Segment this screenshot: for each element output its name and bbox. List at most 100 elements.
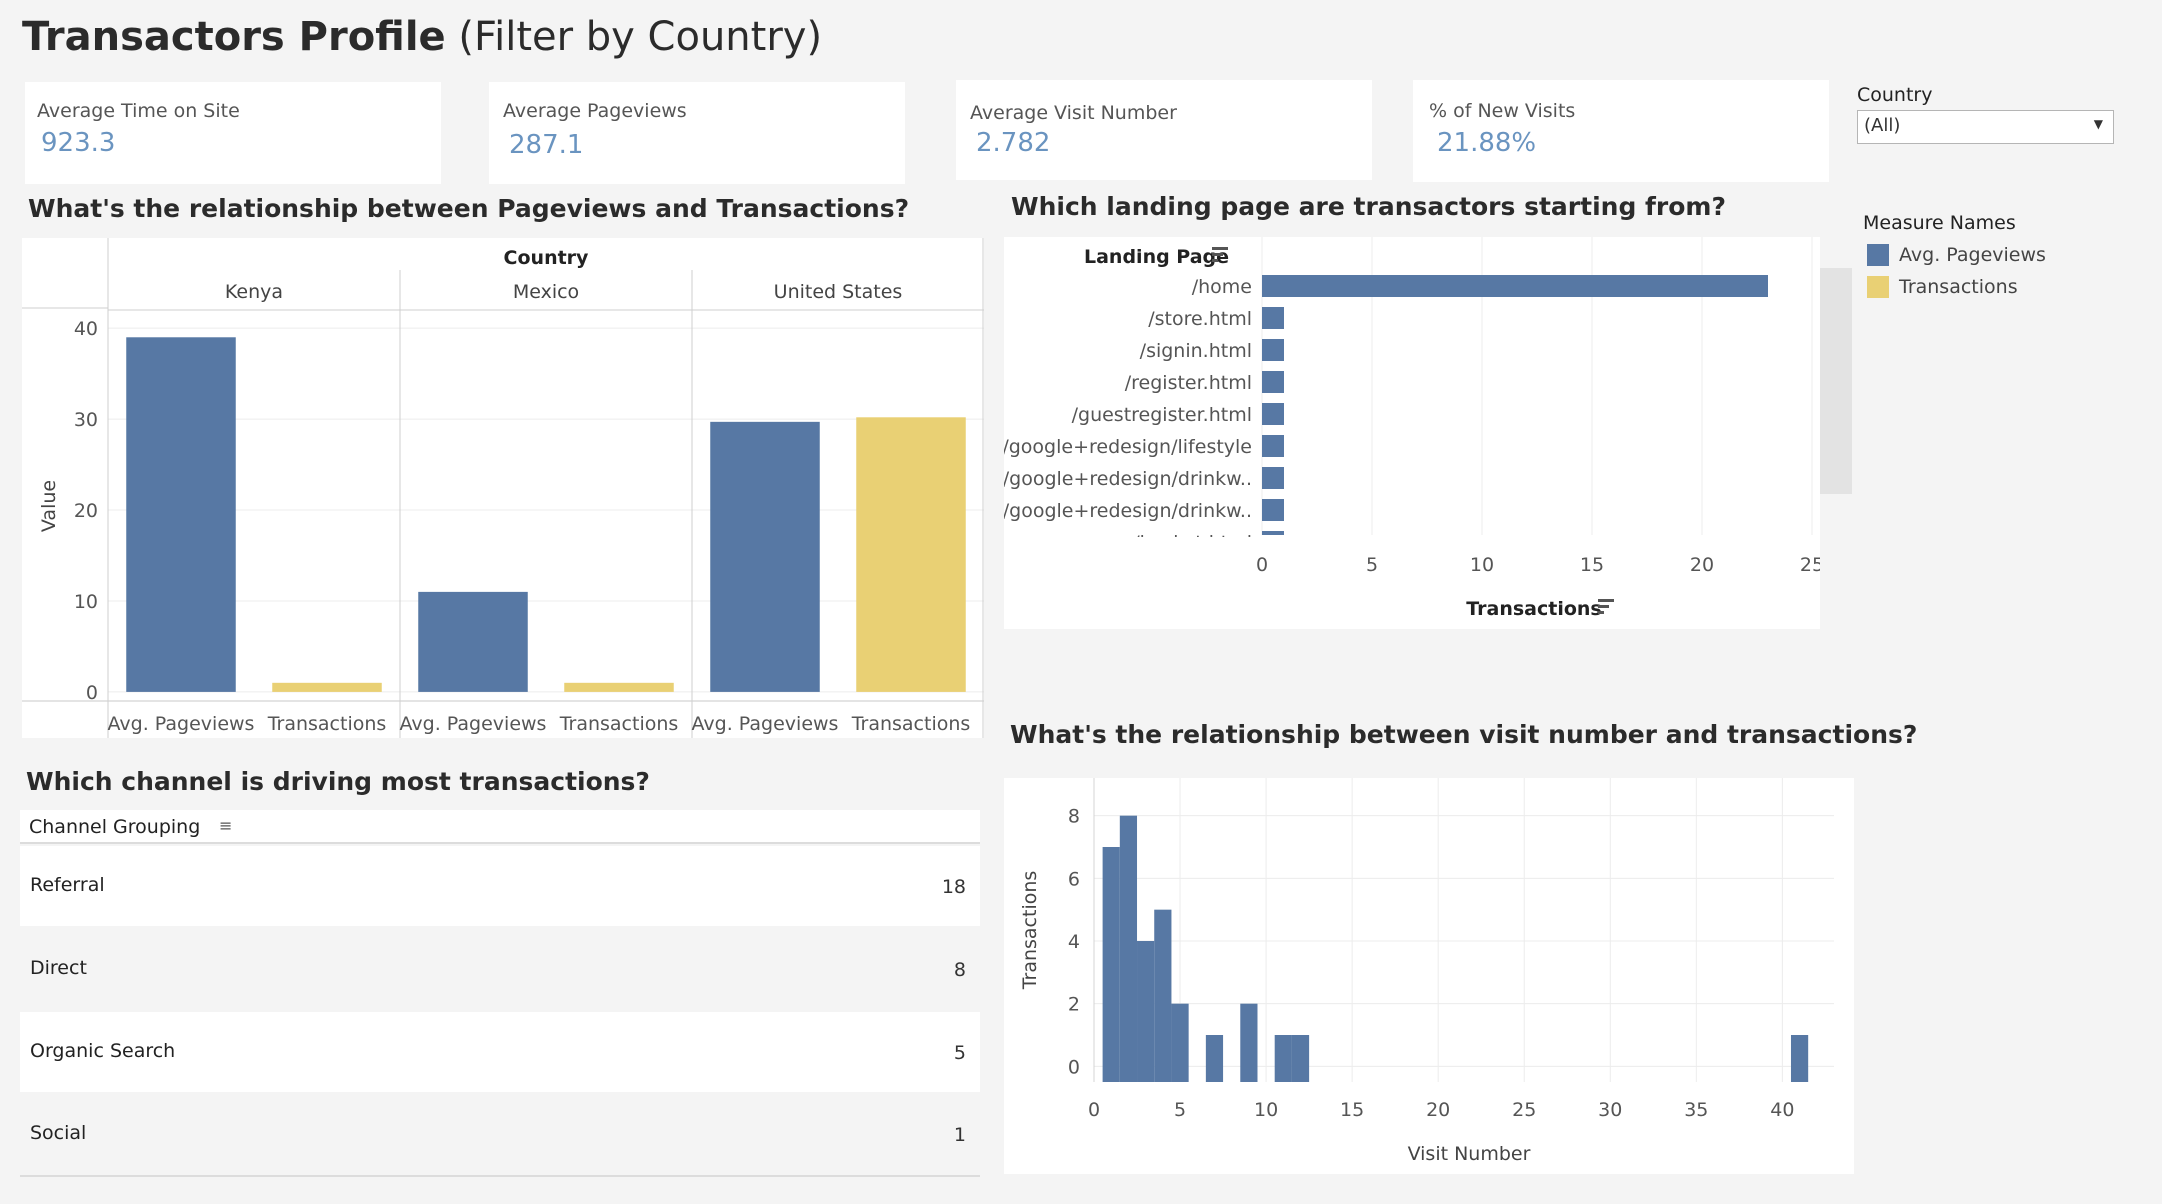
x-tick-label: 10 [1470,554,1494,576]
kpi-label: Average Visit Number [970,102,1177,124]
legend-title: Measure Names [1863,212,2016,234]
column-header: Country [504,247,590,269]
group-header-label: Mexico [513,281,579,303]
y-tick-label: 30 [74,409,98,431]
kpi-card-visit-number[interactable]: Average Visit Number 2.782 [956,80,1372,180]
kpi-card-pageviews[interactable]: Average Pageviews 287.1 [489,82,905,184]
section-title-visit: What's the relationship between visit nu… [1010,720,1918,749]
y-tick-label: 40 [74,318,98,340]
x-tick-label: 15 [1580,554,1604,576]
bar [1291,1035,1310,1082]
bar [272,682,382,692]
row-value: 1 [953,1124,966,1146]
x-tick-label: Avg. Pageviews [692,713,839,735]
x-tick-label: 25 [1512,1099,1536,1121]
x-tick-label: 30 [1598,1099,1622,1121]
table-row[interactable]: Social 1 [20,1094,980,1174]
bar [1102,847,1120,1082]
y-tick-label: /basket.html [1133,532,1252,554]
bar [1205,1035,1224,1082]
bar [1790,1035,1809,1082]
bar [1171,1003,1189,1082]
legend-label: Transactions [1899,276,2018,298]
row-value: 5 [953,1042,966,1064]
legend-item-transactions[interactable]: Transactions [1867,276,2018,298]
y-tick-label: 6 [1068,868,1080,890]
visit-chart-panel: 0 5 10 15 20 25 30 35 40 0 2 4 6 8 Transactions Visit N… [1004,778,1854,1174]
y-tick-label: 8 [1068,806,1080,828]
x-tick-label: Transactions [267,713,387,735]
x-tick-label: Transactions [851,713,971,735]
y-tick-label: /google+redesign/drinkw.. [1004,468,1252,490]
chevron-down-icon[interactable]: ▼ [2094,117,2103,131]
bar [1240,1003,1258,1082]
bar [564,682,674,692]
bar [1262,339,1284,361]
legend-swatch [1867,244,1889,266]
bar [1274,1035,1292,1082]
row-label: Referral [30,874,105,896]
kpi-value: 923.3 [41,128,116,158]
country-filter-value: (All) [1864,115,1901,136]
bar [126,337,236,692]
section-title-pageviews: What's the relationship between Pageview… [28,194,910,223]
kpi-card-new-visits[interactable]: % of New Visits 21.88% [1413,80,1829,182]
pageviews-chart: Country010203040ValueKenyaAvg. Pageviews… [22,238,984,738]
page-title-main: Transactors Profile [22,14,446,60]
kpi-label: Average Time on Site [37,100,240,122]
legend-item-pageviews[interactable]: Avg. Pageviews [1867,244,2046,266]
bar [1119,815,1138,1082]
x-tick-label: 35 [1684,1099,1708,1121]
group-header-label: United States [774,281,903,303]
x-tick-label: 20 [1426,1099,1450,1121]
group-header-label: Kenya [225,281,283,303]
x-axis-label: Visit Number [1408,1143,1531,1165]
y-tick-label: /home [1192,276,1252,298]
pageviews-chart-panel: Country 0 10 20 30 40 Value Kenya Avg. Pageviews… [22,238,984,738]
sort-icon [1598,599,1614,602]
x-tick-label: 0 [1256,554,1268,576]
bar [1262,531,1284,535]
kpi-label: % of New Visits [1429,100,1576,122]
country-filter-dropdown[interactable]: (All) ▼ [1857,110,2114,144]
kpi-value: 287.1 [509,130,584,160]
section-title-channel: Which channel is driving most transactio… [26,767,650,796]
y-tick-label: 10 [74,591,98,613]
x-tick-label: Transactions [559,713,679,735]
row-value: 18 [941,876,966,898]
sort-icon [1212,259,1218,262]
kpi-card-time-on-site[interactable]: Average Time on Site 923.3 [25,82,441,184]
sort-icon [1212,247,1228,250]
table-row[interactable]: Direct 8 [20,929,980,1009]
x-tick-label: 15 [1340,1099,1364,1121]
sort-icon [1598,605,1609,608]
bar [1262,467,1284,489]
landing-chart-scrollbar[interactable] [1820,268,1852,494]
table-row[interactable]: Organic Search 5 [20,1012,980,1092]
row-label: Organic Search [30,1040,176,1062]
x-tick-label: Avg. Pageviews [400,713,547,735]
y-tick-label: 20 [74,500,98,522]
x-tick-label: 5 [1174,1099,1186,1121]
x-tick-label: 10 [1254,1099,1278,1121]
sort-icon[interactable]: ≡ [219,816,232,835]
y-tick-label: /google+redesign/lifestyle [1004,436,1252,458]
table-row[interactable]: Referral 18 [20,846,980,926]
kpi-value: 21.88% [1437,128,1537,158]
row-label: Social [30,1122,87,1144]
y-tick-label: /store.html [1148,308,1252,330]
landing-chart-panel: Landing Page 0 5 10 15 20 25/home/store.html/s… [1004,237,1824,629]
x-axis-label: Transactions [1466,598,1601,620]
x-tick-label: 5 [1366,554,1378,576]
kpi-value: 2.782 [976,128,1051,158]
page-title: Transactors Profile (Filter by Country) [22,14,822,60]
x-tick-label: 20 [1690,554,1714,576]
row-header: Landing Page [1084,246,1229,268]
page-title-sub: (Filter by Country) [458,14,823,60]
y-axis-label: Transactions [1019,871,1041,991]
bar [1154,909,1172,1082]
bar [1262,307,1284,329]
y-tick-label: /guestregister.html [1072,404,1252,426]
bar [1137,941,1155,1082]
x-tick-label: 0 [1088,1099,1100,1121]
